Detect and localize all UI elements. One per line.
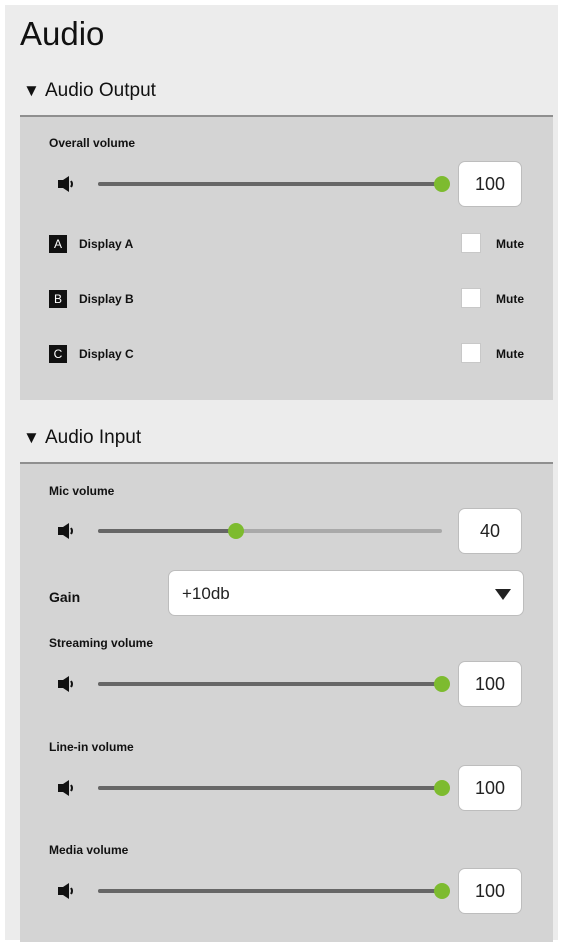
display-c-row: C Display C Mute [49,343,524,365]
display-b-mute-label: Mute [496,292,524,306]
overall-volume-slider-fill [98,182,442,186]
speaker-icon [58,780,73,796]
triangle-down-icon: ▼ [23,81,40,100]
media-volume-slider[interactable] [98,883,450,899]
audio-input-header[interactable]: ▼ Audio Input [20,415,558,461]
media-volume-label: Media volume [49,843,129,857]
display-b-badge: B [49,290,67,308]
mic-volume-slider-thumb[interactable] [227,523,244,539]
display-b-row: B Display B Mute [49,288,524,310]
media-volume-slider-fill [98,889,442,893]
page-title: Audio [20,15,105,52]
media-volume-slider-thumb[interactable] [434,883,450,899]
line-in-volume-slider[interactable] [98,780,450,796]
gain-select[interactable]: +10db [168,570,524,616]
display-a-row: A Display A Mute [49,233,524,255]
streaming-volume-slider-fill [98,682,442,686]
line-in-volume-input[interactable]: 100 [458,765,522,811]
display-a-mute-checkbox[interactable] [461,233,481,253]
line-in-volume-label: Line-in volume [49,740,134,754]
overall-volume-slider[interactable] [98,176,450,192]
mic-volume-slider-fill [98,529,236,533]
audio-output-title: Audio Output [45,80,156,101]
triangle-down-icon: ▼ [23,428,40,447]
display-a-mute-label: Mute [496,237,524,251]
mic-volume-label: Mic volume [49,484,115,498]
display-b-label: Display B [79,292,134,306]
display-c-mute-label: Mute [496,347,524,361]
display-b-mute-checkbox[interactable] [461,288,481,308]
display-c-label: Display C [79,347,134,361]
dropdown-arrow-icon [495,589,511,600]
streaming-volume-slider-thumb[interactable] [434,676,450,692]
streaming-volume-slider[interactable] [98,676,450,692]
speaker-icon [58,523,73,539]
audio-output-section: Overall volume 100 A Display A Mute B Di… [20,115,553,400]
line-in-volume-slider-fill [98,786,442,790]
display-c-mute-checkbox[interactable] [461,343,481,363]
display-a-badge: A [49,235,67,253]
audio-input-section: Mic volume 40 Gain +10db Streaming volum… [20,462,553,942]
overall-volume-label: Overall volume [49,136,136,150]
media-volume-input[interactable]: 100 [458,868,522,914]
display-c-badge: C [49,345,67,363]
streaming-volume-input[interactable]: 100 [458,661,522,707]
gain-select-value: +10db [182,584,230,603]
audio-input-title: Audio Input [45,427,142,448]
speaker-icon [58,176,73,192]
line-in-volume-slider-thumb[interactable] [434,780,450,796]
overall-volume-input[interactable]: 100 [458,161,522,207]
mic-volume-input[interactable]: 40 [458,508,522,554]
audio-panel: Audio ▼ Audio Output Overall volume 100 … [5,5,558,942]
streaming-volume-label: Streaming volume [49,636,154,650]
gain-label: Gain [49,589,81,605]
audio-output-header[interactable]: ▼ Audio Output [20,68,558,114]
mic-volume-slider[interactable] [98,523,442,539]
overall-volume-slider-thumb[interactable] [434,176,450,192]
display-a-label: Display A [79,237,134,251]
speaker-icon [58,883,73,899]
speaker-icon [58,676,73,692]
